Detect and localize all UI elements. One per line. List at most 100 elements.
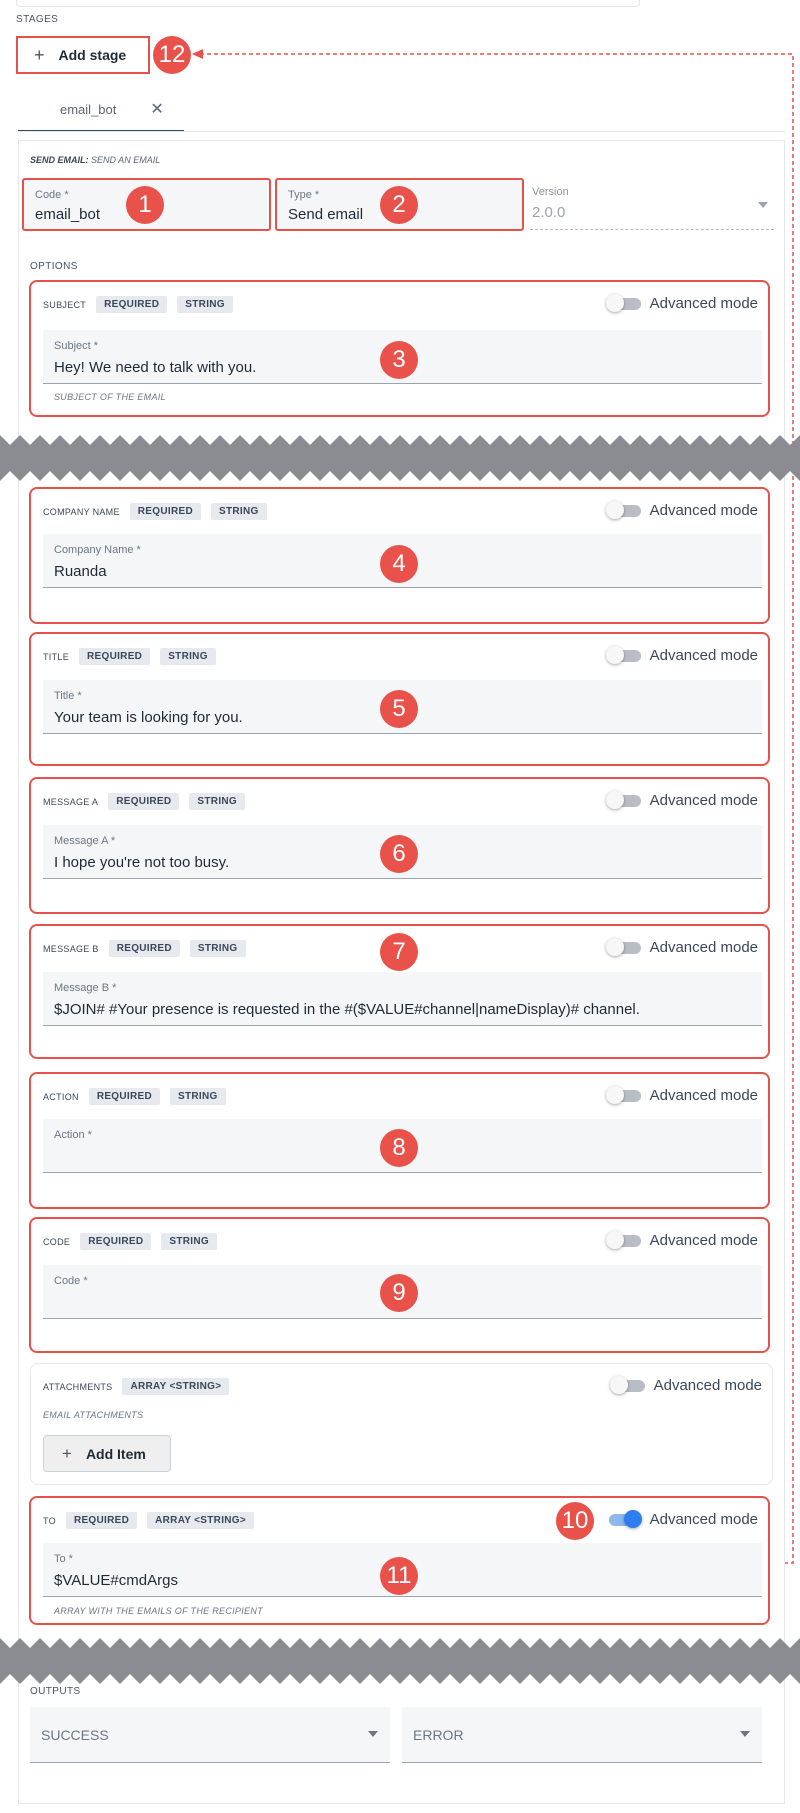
to-input-label: To * [54,1553,73,1565]
type-badge: STRING [170,1088,226,1105]
close-icon[interactable]: ✕ [150,99,163,119]
outputs-section-label: OUTPUTS [30,1686,81,1697]
error-value: ERROR [413,1727,464,1743]
type-field-value: Send email [288,206,364,223]
required-badge: REQUIRED [79,648,151,665]
attachments-hint: EMAIL ATTACHMENTS [43,1410,144,1420]
options-section-label: OPTIONS [30,261,78,272]
annotation-marker-11: 11 [380,1557,418,1595]
annotation-marker-2: 2 [380,186,418,224]
chevron-down-icon [740,1731,750,1737]
advanced-mode-toggle[interactable]: Advanced mode [605,938,758,956]
code-field-label: Code * [35,189,69,201]
title-input-label: Title * [54,690,82,702]
version-select[interactable]: Version 2.0.0 [530,180,774,230]
required-badge: REQUIRED [108,793,180,810]
toggle-switch[interactable] [605,791,642,809]
page-break-band [0,435,800,481]
option-name: ACTION [43,1091,79,1102]
annotation-marker-9: 9 [380,1274,418,1312]
option-name: TITLE [43,651,70,662]
type-badge: ARRAY <STRING> [122,1378,230,1395]
code-option-input-label: Code * [54,1275,88,1287]
option-name: ATTACHMENTS [43,1381,113,1392]
advanced-mode-label: Advanced mode [653,1376,762,1394]
toggle-switch[interactable] [609,1376,646,1394]
message-a-input-value: I hope you're not too busy. [54,854,230,871]
type-badge: STRING [177,296,233,313]
type-field-label: Type * [288,189,320,201]
type-badge: STRING [210,503,267,520]
required-badge: REQUIRED [65,1512,138,1529]
advanced-mode-toggle[interactable]: Advanced mode [609,1376,762,1394]
advanced-mode-toggle[interactable]: Advanced mode [605,501,758,519]
option-name: MESSAGE A [43,796,99,807]
annotation-marker-4: 4 [380,545,418,583]
message-b-input[interactable]: Message B * $JOIN# #Your presence is req… [43,972,762,1026]
add-item-label: Add Item [85,1445,146,1462]
tab-label: email_bot [60,101,117,117]
chevron-down-icon [758,202,768,208]
subject-hint: SUBJECT OF THE EMAIL [54,392,166,402]
advanced-mode-label: Advanced mode [649,791,758,809]
toggle-switch[interactable] [605,1231,642,1249]
advanced-mode-toggle[interactable]: Advanced mode [605,646,758,664]
toggle-switch[interactable] [605,501,642,519]
tab-email-bot[interactable]: email_bot ✕ [18,88,184,132]
toggle-switch[interactable] [605,1086,642,1104]
option-name: COMPANY NAME [43,506,120,517]
advanced-mode-label: Advanced mode [649,1086,758,1104]
annotation-marker-1: 1 [126,186,164,224]
add-item-button[interactable]: + Add Item [43,1435,171,1472]
annotation-marker-3: 3 [380,341,418,379]
title-input-value: Your team is looking for you. [54,709,243,726]
required-badge: REQUIRED [108,940,180,957]
output-error-select[interactable]: ERROR [402,1707,762,1763]
option-name: TO [43,1515,56,1526]
type-badge: ARRAY <STRING> [147,1512,255,1529]
page-break-band [0,1638,800,1684]
advanced-mode-label: Advanced mode [649,646,758,664]
annotation-marker-7: 7 [380,933,418,971]
message-b-input-label: Message B * [54,982,117,994]
tabs-divider [18,131,785,132]
type-badge: STRING [161,1233,217,1250]
advanced-mode-toggle[interactable]: Advanced mode [605,791,758,809]
advanced-mode-toggle[interactable]: Advanced mode [605,1086,758,1104]
toggle-switch[interactable] [605,294,642,312]
required-badge: REQUIRED [88,1088,160,1105]
message-b-input-value: $JOIN# #Your presence is requested in th… [54,1001,640,1018]
subject-input-value: Hey! We need to talk with you. [54,359,257,376]
toggle-switch[interactable] [606,1510,642,1528]
type-badge: STRING [160,648,216,665]
toggle-switch[interactable] [605,938,642,956]
required-badge: REQUIRED [129,503,201,520]
type-badge: STRING [189,940,246,957]
version-value: 2.0.0 [532,204,566,221]
advanced-mode-toggle[interactable]: Advanced mode [606,1510,758,1528]
annotation-marker-8: 8 [380,1129,418,1167]
advanced-mode-toggle[interactable]: Advanced mode [605,1231,758,1249]
type-badge: STRING [189,793,246,810]
message-a-input-label: Message A * [54,835,116,847]
required-badge: REQUIRED [96,296,168,313]
toggle-switch[interactable] [605,646,642,664]
company-name-input-value: Ruanda [54,563,107,580]
to-input-value: $VALUE#cmdArgs [54,1572,178,1589]
stage-panel-title: SEND EMAIL: SEND AN EMAIL [30,155,161,165]
subject-input-label: Subject * [54,340,99,352]
advanced-mode-label: Advanced mode [649,501,758,519]
advanced-mode-label: Advanced mode [649,1510,758,1528]
advanced-mode-label: Advanced mode [649,1231,758,1249]
option-attachments: ATTACHMENTS ARRAY <STRING> Advanced mode… [30,1363,773,1485]
option-name: SUBJECT [43,299,87,310]
advanced-mode-toggle[interactable]: Advanced mode [605,294,758,312]
company-name-input-label: Company Name * [54,544,141,556]
advanced-mode-label: Advanced mode [649,938,758,956]
annotation-marker-10: 10 [556,1502,594,1540]
success-value: SUCCESS [41,1727,109,1743]
option-name: CODE [43,1236,71,1247]
annotation-marker-5: 5 [380,690,418,728]
code-field-value: email_bot [35,206,101,223]
output-success-select[interactable]: SUCCESS [30,1707,390,1763]
